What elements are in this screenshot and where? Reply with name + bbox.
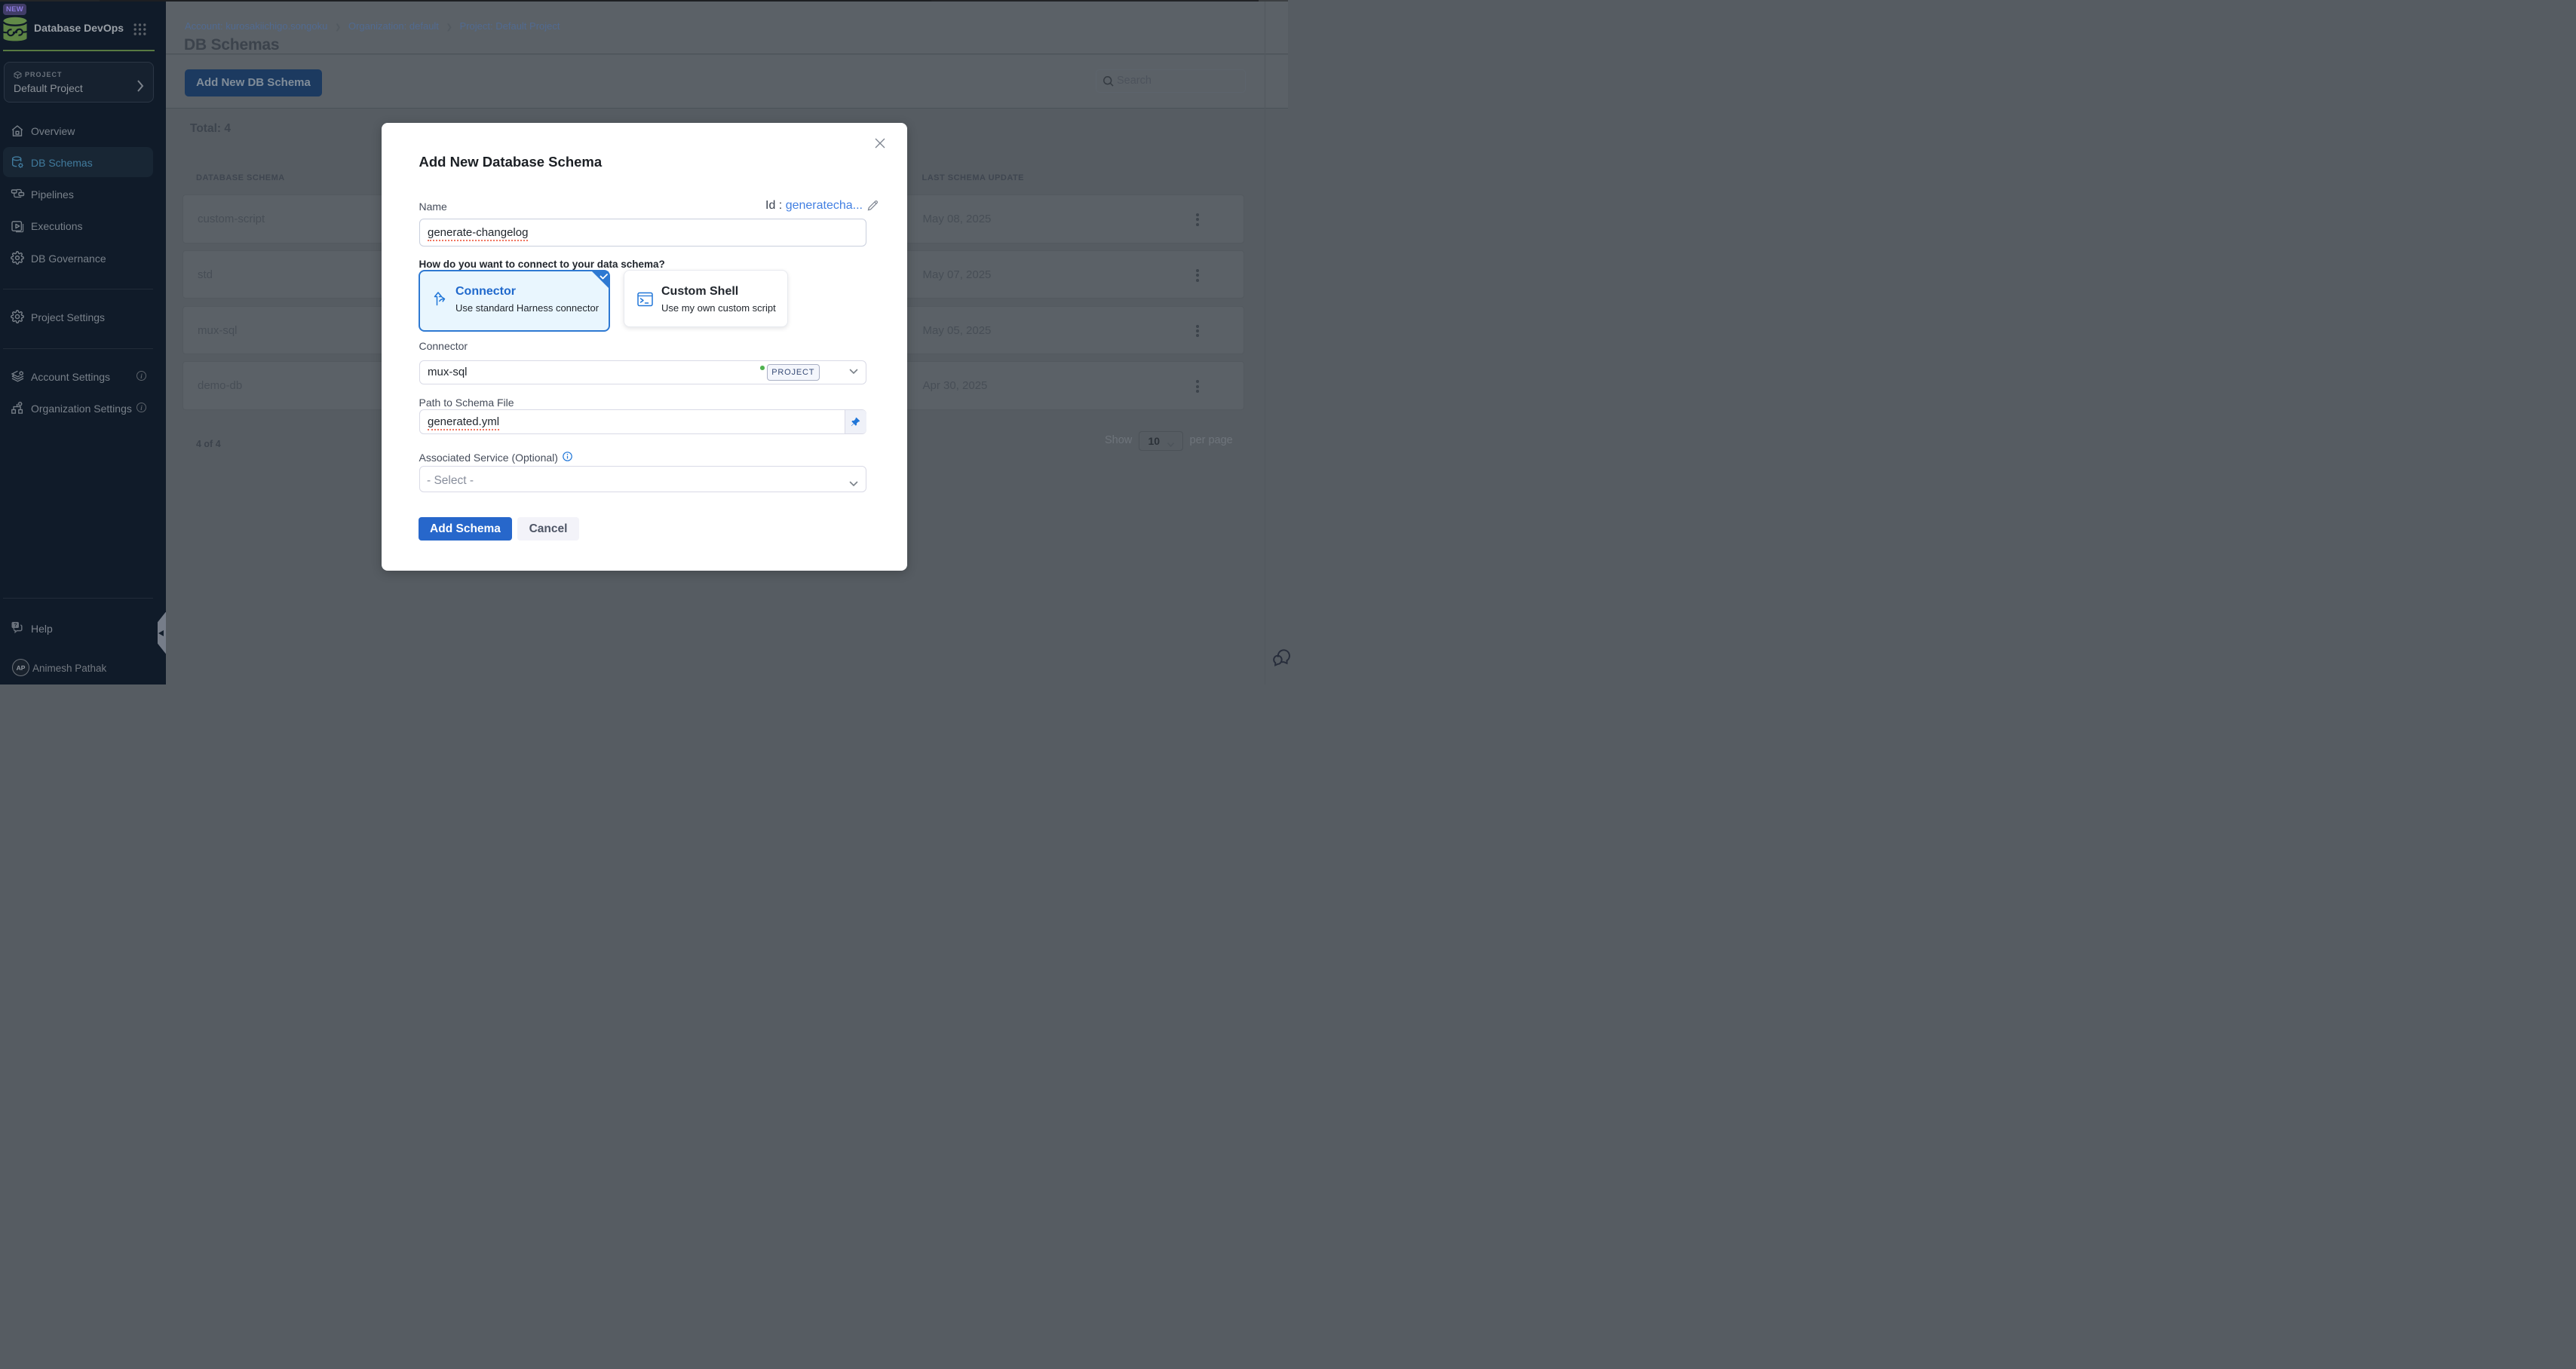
svg-text:?: ? (14, 623, 17, 629)
